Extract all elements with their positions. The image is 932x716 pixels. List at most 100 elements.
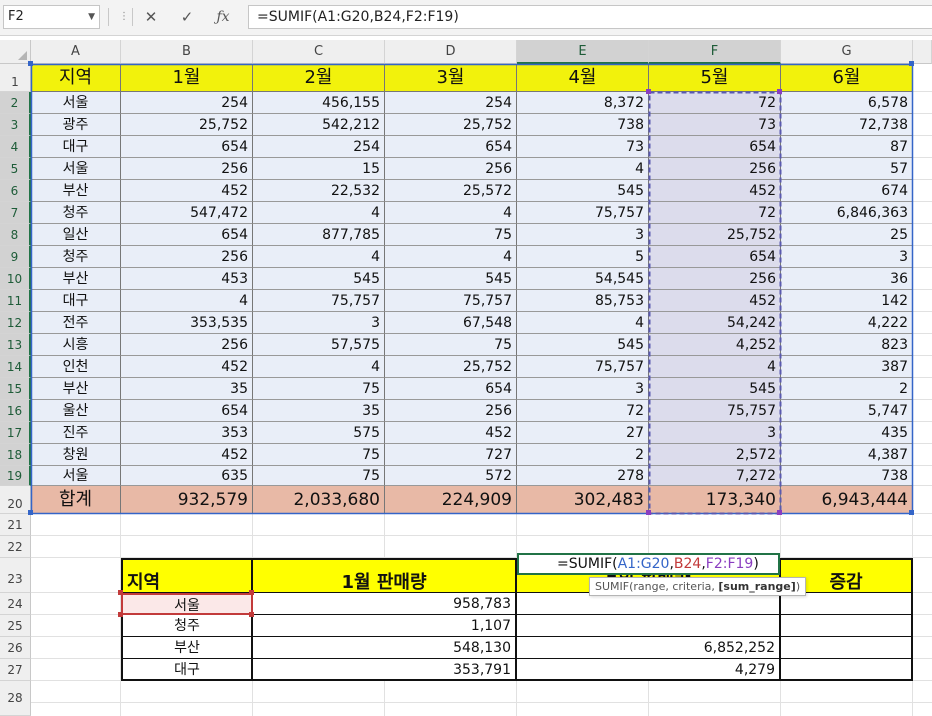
value-cell[interactable]: 4 (517, 158, 649, 180)
summary-value-cell[interactable] (517, 615, 781, 637)
value-cell[interactable]: 25 (781, 224, 913, 246)
row-header-25[interactable]: 25 (0, 615, 31, 637)
value-cell[interactable]: 75,757 (253, 290, 385, 312)
value-cell[interactable]: 4 (253, 356, 385, 378)
row-header-26[interactable]: 26 (0, 637, 31, 659)
header-cell[interactable]: 4월 (517, 64, 649, 92)
value-cell[interactable]: 4,387 (781, 444, 913, 466)
value-cell[interactable]: 2 (517, 444, 649, 466)
column-header-d[interactable]: D (385, 40, 517, 64)
column-header-f[interactable]: F (649, 40, 781, 64)
header-cell[interactable]: 2월 (253, 64, 385, 92)
value-cell[interactable]: 75,757 (649, 400, 781, 422)
value-cell[interactable]: 575 (253, 422, 385, 444)
row-header-17[interactable]: 17 (0, 422, 31, 444)
row-header-21[interactable]: 21 (0, 514, 31, 536)
value-cell[interactable]: 452 (121, 356, 253, 378)
value-cell[interactable]: 72 (517, 400, 649, 422)
row-header-16[interactable]: 16 (0, 400, 31, 422)
region-cell[interactable]: 시흥 (31, 334, 121, 356)
value-cell[interactable]: 256 (121, 334, 253, 356)
value-cell[interactable]: 727 (385, 444, 517, 466)
row-header-10[interactable]: 10 (0, 268, 31, 290)
formula-input[interactable]: =SUMIF(A1:G20,B24,F2:F19) (248, 5, 932, 29)
value-cell[interactable]: 654 (649, 246, 781, 268)
total-cell[interactable]: 173,340 (649, 486, 781, 514)
column-header-g[interactable]: G (781, 40, 913, 64)
value-cell[interactable]: 452 (649, 290, 781, 312)
value-cell[interactable]: 35 (253, 400, 385, 422)
value-cell[interactable]: 654 (121, 224, 253, 246)
value-cell[interactable]: 27 (517, 422, 649, 444)
value-cell[interactable]: 254 (385, 92, 517, 114)
value-cell[interactable]: 73 (649, 114, 781, 136)
value-cell[interactable]: 54,545 (517, 268, 649, 290)
total-cell[interactable]: 224,909 (385, 486, 517, 514)
value-cell[interactable]: 3 (649, 422, 781, 444)
value-cell[interactable]: 25,572 (385, 180, 517, 202)
region-cell[interactable]: 인천 (31, 356, 121, 378)
value-cell[interactable]: 547,472 (121, 202, 253, 224)
region-cell[interactable]: 서울 (31, 158, 121, 180)
value-cell[interactable]: 75 (253, 466, 385, 486)
value-cell[interactable]: 545 (517, 334, 649, 356)
value-cell[interactable]: 35 (121, 378, 253, 400)
value-cell[interactable]: 256 (385, 158, 517, 180)
summary-value-cell[interactable]: 4,279 (517, 659, 781, 681)
value-cell[interactable]: 452 (121, 444, 253, 466)
value-cell[interactable]: 3 (517, 224, 649, 246)
value-cell[interactable]: 545 (385, 268, 517, 290)
column-header-c[interactable]: C (253, 40, 385, 64)
value-cell[interactable]: 57,575 (253, 334, 385, 356)
value-cell[interactable]: 25,752 (121, 114, 253, 136)
value-cell[interactable]: 545 (517, 180, 649, 202)
value-cell[interactable]: 635 (121, 466, 253, 486)
row-header-27[interactable]: 27 (0, 659, 31, 681)
value-cell[interactable]: 2,572 (649, 444, 781, 466)
value-cell[interactable]: 452 (649, 180, 781, 202)
value-cell[interactable]: 254 (253, 136, 385, 158)
value-cell[interactable]: 256 (385, 400, 517, 422)
value-cell[interactable]: 6,578 (781, 92, 913, 114)
row-header-3[interactable]: 3 (0, 114, 31, 136)
value-cell[interactable]: 572 (385, 466, 517, 486)
value-cell[interactable]: 353,535 (121, 312, 253, 334)
row-header-11[interactable]: 11 (0, 290, 31, 312)
row-header-5[interactable]: 5 (0, 158, 31, 180)
region-cell[interactable]: 울산 (31, 400, 121, 422)
region-cell[interactable]: 전주 (31, 312, 121, 334)
value-cell[interactable]: 75,757 (517, 356, 649, 378)
row-header-14[interactable]: 14 (0, 356, 31, 378)
summary-value-cell[interactable]: 1,107 (253, 615, 517, 637)
value-cell[interactable]: 256 (121, 158, 253, 180)
value-cell[interactable]: 75 (385, 334, 517, 356)
total-cell[interactable]: 2,033,680 (253, 486, 385, 514)
row-header-6[interactable]: 6 (0, 180, 31, 202)
value-cell[interactable]: 75 (253, 444, 385, 466)
value-cell[interactable]: 87 (781, 136, 913, 158)
value-cell[interactable]: 72 (649, 202, 781, 224)
region-cell[interactable]: 부산 (31, 268, 121, 290)
value-cell[interactable]: 3 (253, 312, 385, 334)
row-header-12[interactable]: 12 (0, 312, 31, 334)
value-cell[interactable]: 452 (121, 180, 253, 202)
total-cell[interactable]: 302,483 (517, 486, 649, 514)
chevron-down-icon[interactable]: ▼ (88, 6, 95, 28)
value-cell[interactable]: 256 (121, 246, 253, 268)
region-cell[interactable]: 청주 (31, 246, 121, 268)
header-cell[interactable]: 3월 (385, 64, 517, 92)
summary-region-cell[interactable]: 대구 (121, 659, 253, 681)
value-cell[interactable]: 7,272 (649, 466, 781, 486)
value-cell[interactable]: 453 (121, 268, 253, 290)
region-cell[interactable]: 광주 (31, 114, 121, 136)
region-cell[interactable]: 대구 (31, 136, 121, 158)
summary-value-cell[interactable]: 548,130 (253, 637, 517, 659)
value-cell[interactable]: 654 (121, 400, 253, 422)
region-cell[interactable]: 서울 (31, 92, 121, 114)
value-cell[interactable]: 4,222 (781, 312, 913, 334)
value-cell[interactable]: 22,532 (253, 180, 385, 202)
column-header-a[interactable]: A (31, 40, 121, 64)
column-header-e[interactable]: E (517, 40, 649, 64)
value-cell[interactable]: 738 (517, 114, 649, 136)
region-cell[interactable]: 부산 (31, 180, 121, 202)
